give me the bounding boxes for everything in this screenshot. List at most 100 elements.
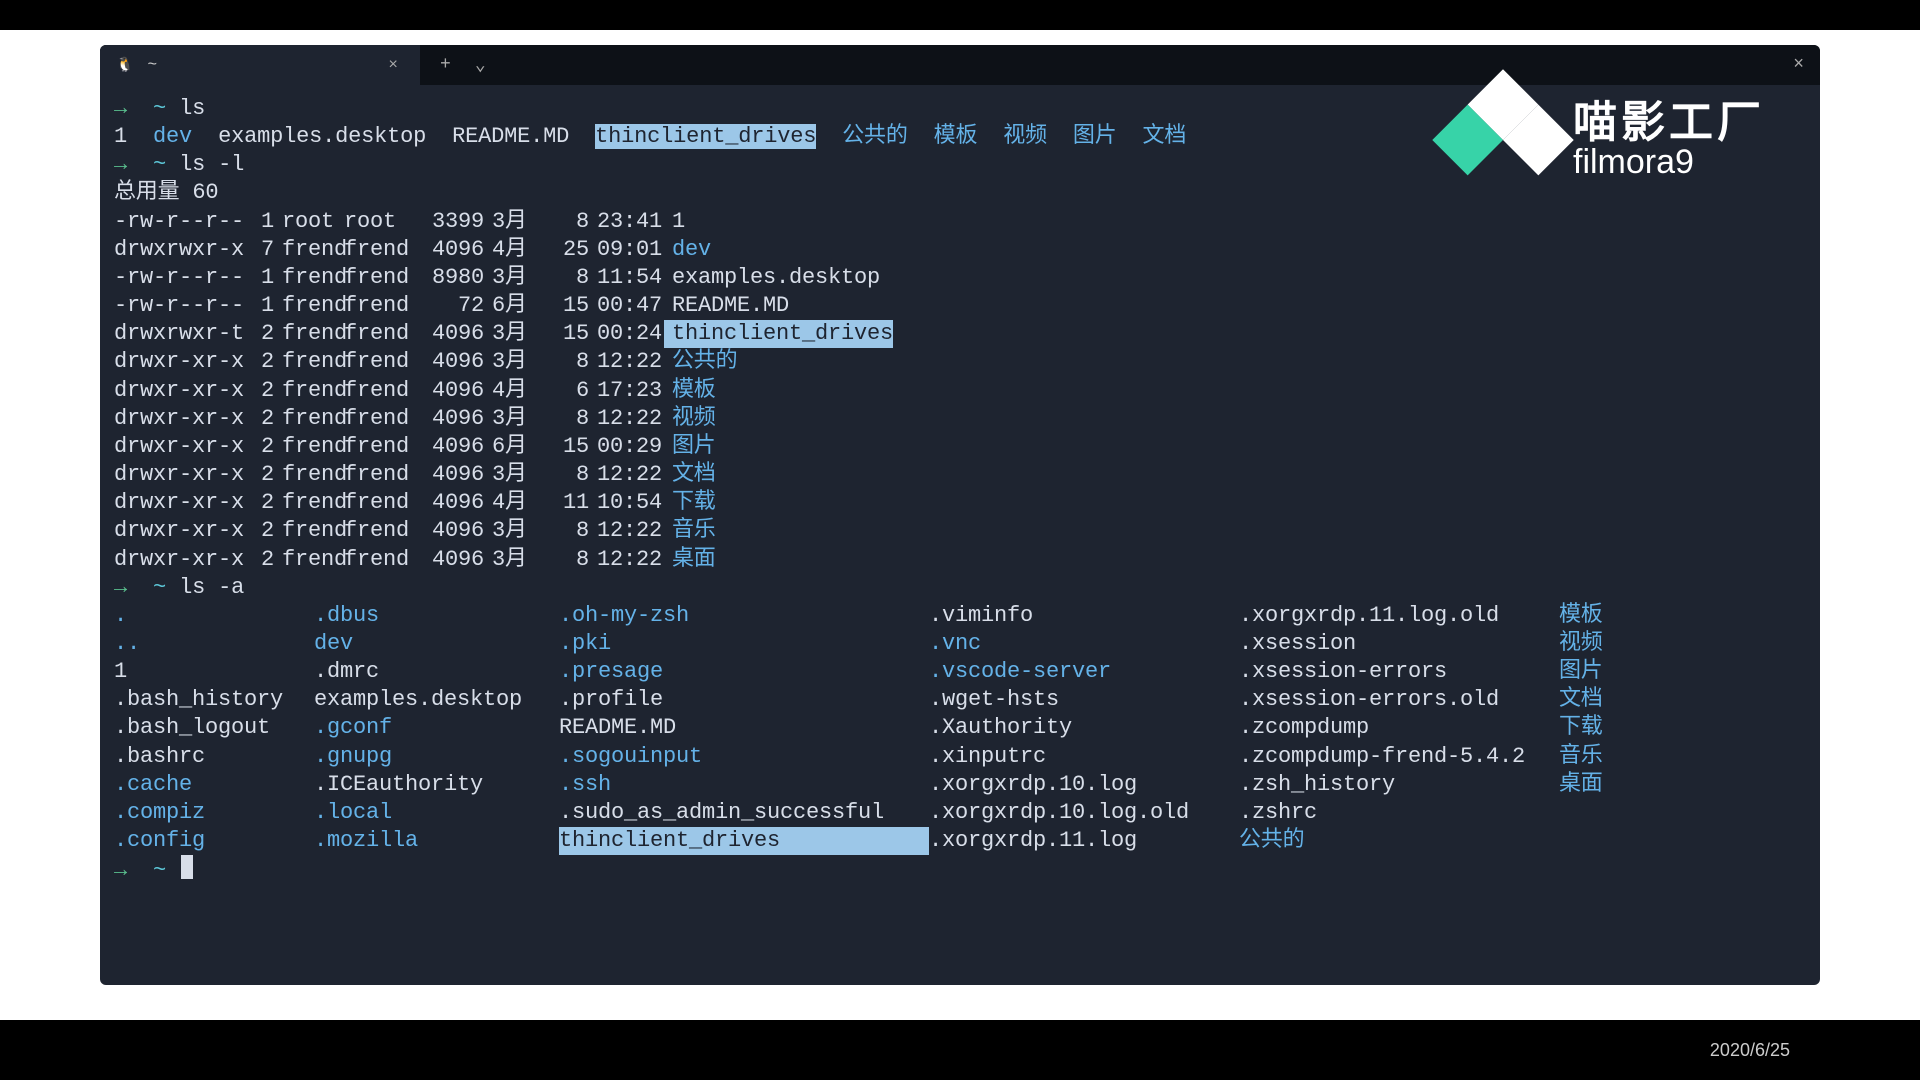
lsa-item: examples.desktop — [314, 686, 559, 714]
lsl-row: drwxrwxr-t2frendfrend40963月1500:24thincl… — [114, 320, 1806, 348]
lsa-item: .Xauthority — [929, 714, 1239, 742]
lsa-item: .bash_history — [114, 686, 314, 714]
lsa-item: .zshrc — [1239, 799, 1559, 827]
terminal-window: 🐧 ~ × + ⌄ × → ~ ls1 dev examples.desktop… — [100, 45, 1820, 985]
lsl-row: drwxr-xr-x2frendfrend40964月617:23模板 — [114, 377, 1806, 405]
lsa-item: .. — [114, 630, 314, 658]
lsl-row: -rw-r--r--1frendfrend726月1500:47README.M… — [114, 292, 1806, 320]
prompt-path: ~ — [153, 96, 166, 121]
lsl-header: 总用量 60 — [114, 179, 1806, 207]
lsa-item: .xorgxrdp.11.log.old — [1239, 602, 1559, 630]
lsa-item: .zcompdump-frend-5.4.2 — [1239, 743, 1559, 771]
tab-dropdown-button[interactable]: ⌄ — [475, 54, 486, 76]
lsa-item: .xorgxrdp.11.log — [929, 827, 1239, 855]
lsa-item: 1 — [114, 658, 314, 686]
lsl-row: drwxr-xr-x2frendfrend40963月812:22桌面 — [114, 546, 1806, 574]
lsl-filename: 公共的 — [664, 348, 737, 376]
ls-item: 模板 — [934, 124, 978, 149]
lsa-item: .profile — [559, 686, 929, 714]
lsa-item: .cache — [114, 771, 314, 799]
lsl-filename: thinclient_drives — [664, 320, 893, 348]
lsa-item: .zcompdump — [1239, 714, 1559, 742]
prompt-arrow: → — [114, 96, 127, 121]
lsa-item: .xorgxrdp.10.log — [929, 771, 1239, 799]
lsa-item: .xsession-errors — [1239, 658, 1559, 686]
lsl-filename: 下载 — [664, 489, 716, 517]
lsa-item: .presage — [559, 658, 929, 686]
lsa-item: .config — [114, 827, 314, 855]
command-text: ls — [179, 96, 205, 121]
lsa-item: .mozilla — [314, 827, 559, 855]
lsa-item: .xinputrc — [929, 743, 1239, 771]
prompt-arrow: → — [114, 858, 127, 883]
terminal-body[interactable]: → ~ ls1 dev examples.desktop README.MD t… — [100, 85, 1820, 895]
lsa-item: .viminfo — [929, 602, 1239, 630]
lsl-filename: 视频 — [664, 405, 716, 433]
lsa-item: thinclient_drives — [559, 827, 929, 855]
ls-item: dev — [153, 124, 192, 149]
lsl-filename: 1 — [664, 208, 685, 236]
tab-active[interactable]: 🐧 ~ × — [100, 45, 420, 85]
footer-date: 2020/6/25 — [1710, 1040, 1790, 1061]
lsl-filename: 文档 — [664, 461, 716, 489]
ls-item: 图片 — [1073, 124, 1117, 149]
ls-item: 公共的 — [842, 124, 907, 149]
ls-item: 视频 — [1003, 124, 1047, 149]
lsa-item: README.MD — [559, 714, 929, 742]
lsa-output: ..dbus.oh-my-zsh.viminfo.xorgxrdp.11.log… — [114, 602, 1806, 855]
lsa-item: .vscode-server — [929, 658, 1239, 686]
ls-item: thinclient_drives — [595, 124, 816, 149]
prompt-arrow: → — [114, 575, 127, 600]
ls-output: 1 dev examples.desktop README.MD thincli… — [114, 123, 1806, 151]
lsa-item: .ssh — [559, 771, 929, 799]
lsa-item: .xsession-errors.old — [1239, 686, 1559, 714]
ls-item: README.MD — [452, 124, 569, 149]
lsl-row: drwxr-xr-x2frendfrend40966月1500:29图片 — [114, 433, 1806, 461]
tab-bar: 🐧 ~ × + ⌄ × — [100, 45, 1820, 85]
lsa-item — [1559, 827, 1639, 855]
lsl-filename: README.MD — [664, 292, 789, 320]
lsl-filename: dev — [664, 236, 711, 264]
lsa-item: .xorgxrdp.10.log.old — [929, 799, 1239, 827]
lsa-item: dev — [314, 630, 559, 658]
footer-bar: 2020/6/25 — [0, 1020, 1920, 1080]
lsl-filename: 音乐 — [664, 517, 716, 545]
command-text: ls -a — [179, 575, 244, 600]
lsa-item: .gnupg — [314, 743, 559, 771]
lsl-filename: examples.desktop — [664, 264, 880, 292]
lsa-item — [1559, 799, 1639, 827]
lsa-item: .dbus — [314, 602, 559, 630]
lsa-item: . — [114, 602, 314, 630]
lsl-row: drwxr-xr-x2frendfrend40963月812:22文档 — [114, 461, 1806, 489]
prompt-path: ~ — [153, 152, 166, 177]
tab-close-button[interactable]: × — [382, 54, 404, 76]
prompt-path: ~ — [153, 858, 166, 883]
prompt-arrow: → — [114, 152, 127, 177]
ls-item: 文档 — [1143, 124, 1187, 149]
lsa-item: .wget-hsts — [929, 686, 1239, 714]
lsl-filename: 图片 — [664, 433, 716, 461]
new-tab-button[interactable]: + — [440, 55, 451, 75]
lsl-row: drwxrwxr-x7frendfrend40964月2509:01dev — [114, 236, 1806, 264]
lsa-item: .compiz — [114, 799, 314, 827]
lsa-item: 桌面 — [1559, 771, 1639, 799]
lsl-row: drwxr-xr-x2frendfrend40963月812:22视频 — [114, 405, 1806, 433]
lsa-item: 音乐 — [1559, 743, 1639, 771]
lsa-item: .bashrc — [114, 743, 314, 771]
penguin-icon: 🐧 — [116, 57, 133, 74]
lsl-row: drwxr-xr-x2frendfrend40963月812:22音乐 — [114, 517, 1806, 545]
lsl-row: drwxr-xr-x2frendfrend40963月812:22公共的 — [114, 348, 1806, 376]
lsa-item: .sudo_as_admin_successful — [559, 799, 929, 827]
tab-title: ~ — [147, 56, 368, 74]
ls-item: examples.desktop — [218, 124, 426, 149]
lsa-item: 公共的 — [1239, 827, 1559, 855]
lsl-filename: 桌面 — [664, 546, 716, 574]
lsa-item: .gconf — [314, 714, 559, 742]
window-close-button[interactable]: × — [1793, 55, 1804, 75]
lsa-item: .pki — [559, 630, 929, 658]
lsa-item: .bash_logout — [114, 714, 314, 742]
lsa-item: 图片 — [1559, 658, 1639, 686]
lsa-item: .sogouinput — [559, 743, 929, 771]
lsa-item: .vnc — [929, 630, 1239, 658]
lsa-item: .xsession — [1239, 630, 1559, 658]
